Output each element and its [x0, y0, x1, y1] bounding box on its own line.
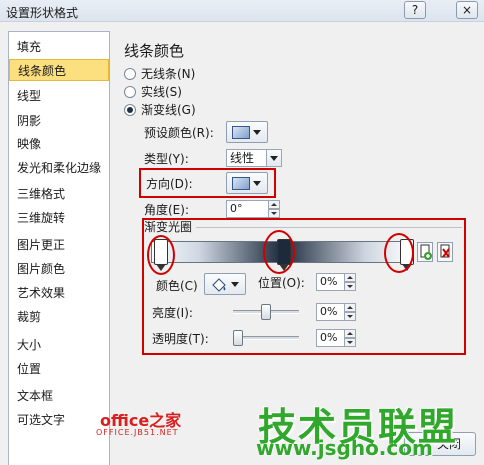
nav-item-3d-rotation[interactable]: 三维旋转	[9, 207, 109, 229]
position-input[interactable]: 0%	[316, 273, 356, 291]
radio-solid-line[interactable]: 实线(S)	[124, 83, 182, 101]
chevron-down-icon	[253, 130, 261, 135]
office-watermark-url: OFFICE.JB51.NET	[96, 428, 179, 437]
radio-label: 渐变线(G)	[141, 103, 196, 117]
window-title: 设置形状格式	[6, 6, 79, 20]
direction-button[interactable]	[226, 172, 268, 194]
paint-bucket-icon	[212, 278, 226, 292]
angle-increment[interactable]	[268, 200, 280, 209]
nav-item-alt-text[interactable]: 可选文字	[9, 409, 109, 431]
nav-item-picture-corrections[interactable]: 图片更正	[9, 234, 109, 256]
brightness-slider-thumb[interactable]	[261, 304, 271, 320]
remove-stop-icon	[440, 244, 450, 258]
transparency-label: 透明度(T):	[152, 332, 209, 346]
help-button[interactable]: ?	[404, 1, 426, 19]
preset-colors-button[interactable]	[226, 121, 268, 143]
chevron-down-icon	[231, 282, 239, 287]
type-select[interactable]: 线性	[226, 149, 282, 167]
nav-item-line-color[interactable]: 线条颜色	[9, 59, 109, 81]
stop-highlight-circle	[384, 233, 414, 273]
group-divider	[196, 227, 462, 228]
radio-indicator	[124, 68, 136, 80]
brightness-increment[interactable]	[344, 303, 356, 312]
brightness-decrement[interactable]	[344, 312, 356, 321]
direction-label: 方向(D):	[146, 177, 193, 191]
transparency-input[interactable]: 0%	[316, 329, 356, 347]
nav-item-shadow[interactable]: 阴影	[9, 110, 109, 132]
stop-color-button[interactable]	[204, 273, 246, 295]
help-icon: ?	[411, 3, 419, 17]
stop-highlight-circle	[263, 230, 295, 274]
nav-item-picture-color[interactable]: 图片颜色	[9, 258, 109, 280]
gradient-swatch-icon	[232, 177, 250, 190]
nav-item-3d-format[interactable]: 三维格式	[9, 183, 109, 205]
position-decrement[interactable]	[344, 282, 356, 291]
category-list: 填充 线条颜色 线型 阴影 映像 发光和柔化边缘 三维格式 三维旋转 图片更正 …	[8, 31, 110, 465]
close-window-button[interactable]: ×	[456, 1, 478, 19]
type-value: 线性	[230, 151, 255, 165]
position-increment[interactable]	[344, 273, 356, 282]
color-label: 颜色(C)	[156, 279, 198, 293]
add-stop-icon	[420, 244, 432, 260]
nav-item-artistic-effects[interactable]: 艺术效果	[9, 282, 109, 304]
radio-indicator	[124, 104, 136, 116]
radio-label: 实线(S)	[141, 85, 182, 99]
site-watermark-url: www.jsgho.com	[256, 436, 433, 460]
nav-item-reflection[interactable]: 映像	[9, 133, 109, 155]
add-stop-button[interactable]	[417, 242, 433, 262]
angle-input[interactable]: 0°	[226, 200, 280, 218]
radio-indicator	[124, 86, 136, 98]
transparency-value: 0%	[320, 331, 338, 344]
nav-item-position[interactable]: 位置	[9, 358, 109, 380]
nav-item-text-box[interactable]: 文本框	[9, 385, 109, 407]
close-icon: ×	[461, 3, 473, 17]
brightness-value: 0%	[320, 305, 338, 318]
gradient-swatch-icon	[232, 126, 250, 139]
transparency-decrement[interactable]	[344, 338, 356, 347]
nav-item-fill[interactable]: 填充	[9, 36, 109, 58]
brightness-label: 亮度(I):	[152, 306, 193, 320]
chevron-down-icon	[253, 181, 261, 186]
stop-highlight-circle	[147, 235, 175, 275]
remove-stop-button[interactable]	[437, 242, 453, 262]
position-label: 位置(O):	[258, 276, 305, 290]
transparency-increment[interactable]	[344, 329, 356, 338]
brightness-input[interactable]: 0%	[316, 303, 356, 321]
position-value: 0%	[320, 275, 338, 288]
transparency-slider-thumb[interactable]	[233, 330, 243, 346]
angle-value: 0°	[230, 202, 243, 215]
section-title: 线条颜色	[124, 42, 185, 60]
type-label: 类型(Y):	[144, 152, 189, 166]
type-dropdown-button[interactable]	[266, 149, 282, 167]
gradient-stops-label: 渐变光圈	[144, 220, 193, 234]
nav-item-size[interactable]: 大小	[9, 334, 109, 356]
angle-label: 角度(E):	[144, 203, 189, 217]
angle-decrement[interactable]	[268, 209, 280, 218]
radio-gradient-line[interactable]: 渐变线(G)	[124, 101, 196, 119]
nav-item-glow-soft-edges[interactable]: 发光和柔化边缘	[9, 157, 109, 179]
preset-colors-label: 预设颜色(R):	[144, 126, 214, 140]
nav-item-crop[interactable]: 裁剪	[9, 306, 109, 328]
radio-no-line[interactable]: 无线条(N)	[124, 65, 195, 83]
nav-item-line-style[interactable]: 线型	[9, 85, 109, 107]
radio-label: 无线条(N)	[141, 67, 196, 81]
chevron-down-icon	[270, 156, 278, 161]
